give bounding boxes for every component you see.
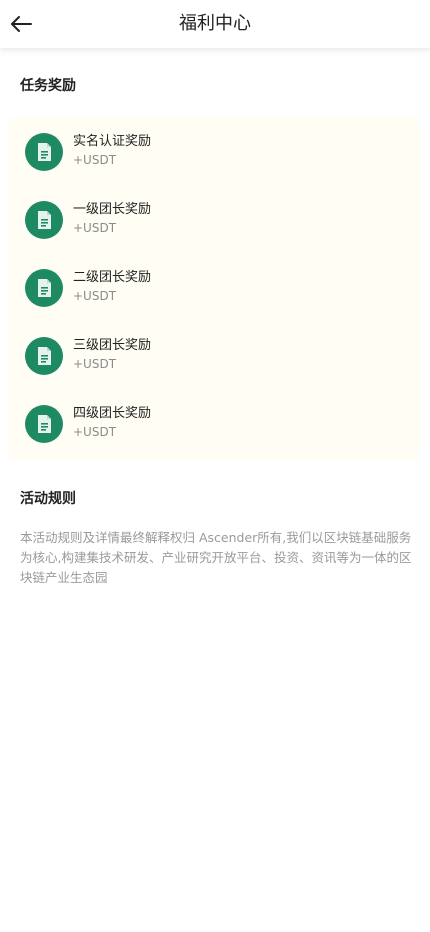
task-item-level-2[interactable]: 二级团长奖励 +USDT <box>8 262 420 314</box>
document-icon <box>25 201 63 239</box>
document-icon <box>25 405 63 443</box>
task-reward: +USDT <box>73 289 117 303</box>
app-header: 福利中心 <box>0 0 430 48</box>
task-reward: +USDT <box>73 221 117 235</box>
tasks-section-title: 任务奖励 <box>20 78 76 94</box>
rules-section-title: 活动规则 <box>20 491 76 507</box>
task-name: 三级团长奖励 <box>73 338 152 353</box>
document-icon <box>25 337 63 375</box>
task-name: 一级团长奖励 <box>73 202 152 217</box>
task-reward: +USDT <box>73 425 117 439</box>
task-item-level-4[interactable]: 四级团长奖励 +USDT <box>8 398 420 450</box>
task-name: 实名认证奖励 <box>73 134 152 149</box>
task-name: 二级团长奖励 <box>73 270 152 285</box>
document-icon <box>25 269 63 307</box>
task-name: 四级团长奖励 <box>73 406 152 421</box>
rules-description: 本活动规则及详情最终解释权归 Ascender所有,我们以区块链基础服务为核心,… <box>20 530 412 585</box>
task-item-level-1[interactable]: 一级团长奖励 +USDT <box>8 194 420 246</box>
document-icon <box>25 133 63 171</box>
task-item-realname[interactable]: 实名认证奖励 +USDT <box>8 126 420 178</box>
page-title: 福利中心 <box>179 13 251 34</box>
task-reward: +USDT <box>73 357 117 371</box>
task-item-level-3[interactable]: 三级团长奖励 +USDT <box>8 330 420 382</box>
task-reward: +USDT <box>73 153 117 167</box>
tasks-card: 实名认证奖励 +USDT 一级团长奖励 +USDT 二级团长奖励 +USDT 三… <box>8 118 420 460</box>
